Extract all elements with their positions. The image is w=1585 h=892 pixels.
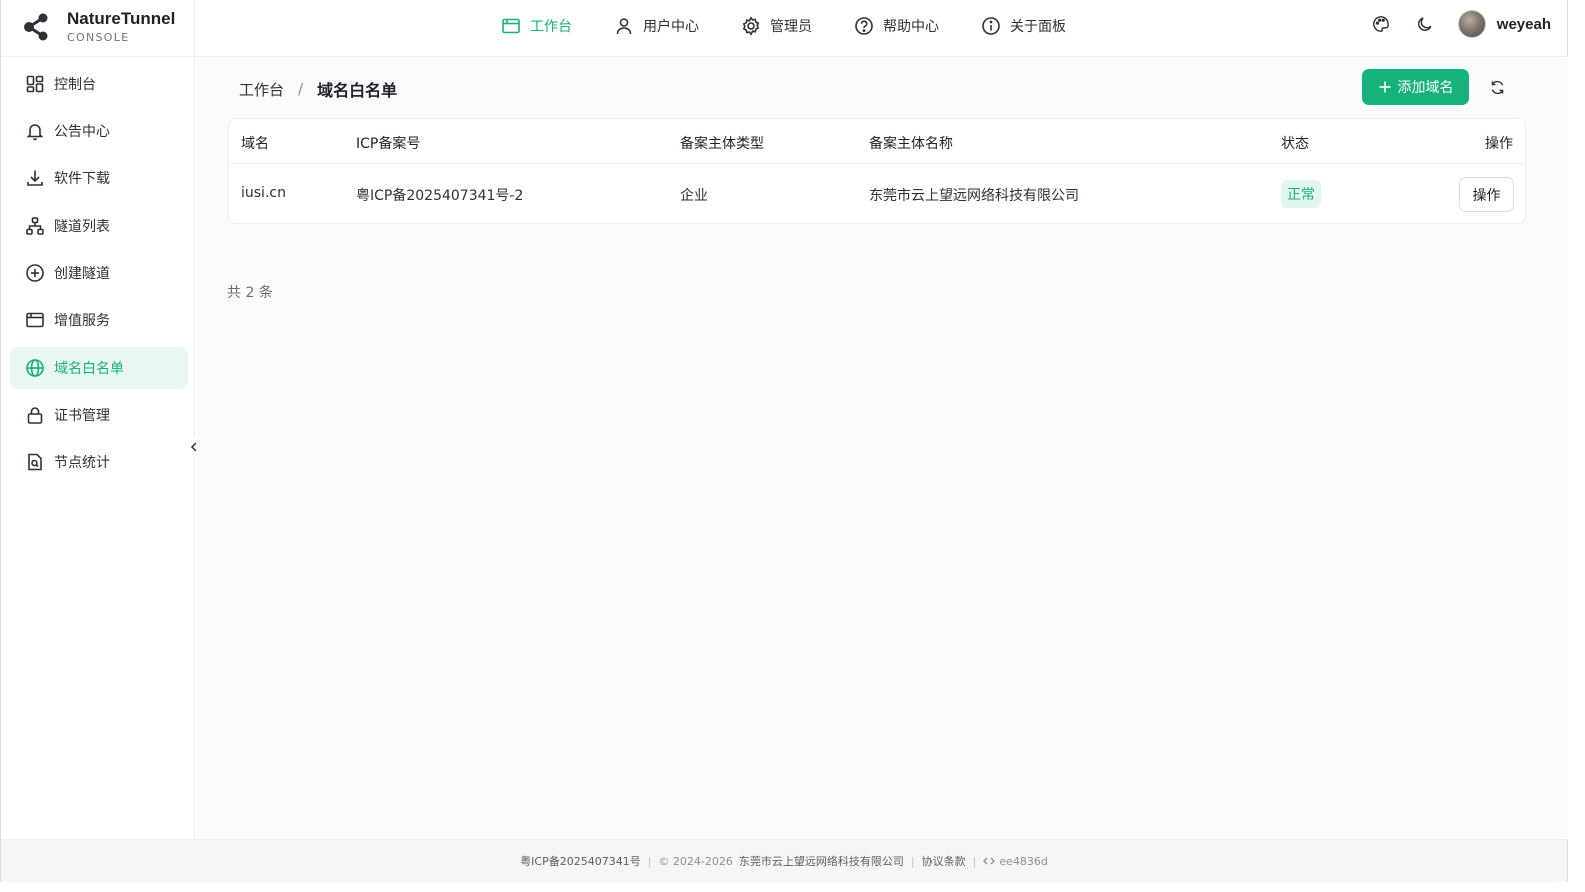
pagination-total: 共 2 条 [227,285,273,301]
file-search-icon [28,453,42,471]
domain-table: 域名 ICP备案号 备案主体类型 备案主体名称 状态 操作 iusi.cn 粤I… [228,118,1526,224]
col-header-icp: ICP备案号 [356,136,421,152]
sidebar-item-label: 公告中心 [54,124,110,140]
sidebar-item-downloads[interactable]: 软件下载 [10,157,188,199]
brand-sub: CONSOLE [67,31,130,44]
cell-domain: iusi.cn [241,185,286,201]
moon-icon [1417,17,1432,31]
username[interactable]: weyeah [1497,16,1551,33]
col-header-domain: 域名 [241,136,269,152]
breadcrumb-home[interactable]: 工作台 [239,79,284,100]
bell-icon [26,124,44,141]
info-icon [982,17,1000,35]
sidebar-item-label: 隧道列表 [54,219,110,235]
sidebar-item-label: 创建隧道 [54,266,110,282]
share-logo-icon [24,13,48,41]
sidebar-item-label: 软件下载 [54,171,110,187]
globe-icon [26,359,44,377]
sidebar-item-label: 节点统计 [54,455,110,471]
sidebar-item-label: 控制台 [54,77,96,93]
cell-icp: 粤ICP备2025407341号-2 [356,188,524,204]
topnav-label: 用户中心 [643,19,699,35]
row-operation-button[interactable]: 操作 [1459,177,1514,212]
theme-palette-button[interactable] [1370,13,1392,35]
add-domain-label: 添加域名 [1397,80,1454,96]
page-title: 域名白名单 [317,81,398,100]
topnav-admin[interactable]: 管理员 [741,16,812,36]
topnav-about[interactable]: 关于面板 [981,16,1066,36]
sidebar-item-domain-whitelist[interactable]: 域名白名单 [10,347,188,389]
app-window: NatureTunnel CONSOLE 工作台 用户中心 管理员 帮助中心 关… [0,0,1568,882]
workbench-icon [502,18,520,34]
cell-type: 企业 [680,188,708,204]
dark-mode-button[interactable] [1414,13,1436,35]
lock-icon [27,407,43,424]
top-header: NatureTunnel CONSOLE 工作台 用户中心 管理员 帮助中心 关… [1,0,1567,57]
footer-company: 东莞市云上望远网络科技有限公司 [738,855,904,868]
footer-icp[interactable]: 粤ICP备2025407341号 [520,853,641,869]
dashboard-icon [26,75,44,93]
sidebar-item-label: 证书管理 [54,408,110,424]
sidebar-item-create-tunnel[interactable]: 创建隧道 [10,252,188,294]
download-icon [27,170,43,186]
footer-version[interactable]: ee4836d [999,855,1048,868]
col-header-status: 状态 [1281,136,1309,152]
sidebar-item-node-stats[interactable]: 节点统计 [10,441,188,483]
sidebar-item-certificates[interactable]: 证书管理 [10,394,188,436]
main-content: 工作台 / 域名白名单 添加域名 域名 ICP备案号 备案主体类型 备案主体名称… [196,57,1568,839]
plus-icon [1379,81,1390,93]
sidebar-item-label: 增值服务 [54,313,110,329]
cell-entity: 东莞市云上望远网络科技有限公司 [869,188,1079,204]
sidebar-item-value-added[interactable]: 增值服务 [10,299,188,341]
gear-icon [742,16,760,36]
topnav-label: 帮助中心 [883,19,939,35]
table-row: iusi.cn 粤ICP备2025407341号-2 企业 东莞市云上望远网络科… [229,164,1525,224]
avatar[interactable] [1457,10,1486,38]
footer-terms-link[interactable]: 协议条款 [922,853,966,869]
topnav-help[interactable]: 帮助中心 [854,16,939,36]
breadcrumb-separator: / [298,80,304,98]
refresh-button[interactable] [1486,76,1508,98]
refresh-icon [1491,80,1503,94]
table-header: 域名 ICP备案号 备案主体类型 备案主体名称 状态 操作 [229,119,1525,164]
brand-name: NatureTunnel [67,9,176,28]
sidebar: 控制台 公告中心 软件下载 隧道列表 创建隧道 增值服务 域名白名单 证书管理 [1,57,204,839]
sidebar-item-announcements[interactable]: 公告中心 [10,110,188,152]
footer-divider: | [647,854,652,868]
sidebar-item-label: 域名白名单 [54,361,124,377]
col-header-type: 备案主体类型 [680,136,764,152]
status-badge: 正常 [1281,180,1321,208]
sidebar-item-tunnels[interactable]: 隧道列表 [10,205,188,247]
header-actions: weyeah [1370,10,1551,38]
sidebar-item-dashboard[interactable]: 控制台 [10,63,188,105]
topnav-workbench[interactable]: 工作台 [501,16,572,36]
top-nav: 工作台 用户中心 管理员 帮助中心 关于面板 [501,0,1108,52]
plus-circle-icon [26,264,44,282]
footer-divider: | [972,854,977,868]
footer-divider: | [910,854,915,868]
topnav-label: 管理员 [770,19,812,35]
breadcrumb: 工作台 / 域名白名单 [239,77,397,101]
calendar-icon [26,312,44,328]
code-icon [983,857,996,865]
topnav-user-center[interactable]: 用户中心 [614,16,699,36]
add-domain-button[interactable]: 添加域名 [1362,69,1469,105]
col-header-entity: 备案主体名称 [869,136,953,152]
col-header-operation: 操作 [1485,136,1513,152]
topnav-label: 关于面板 [1010,19,1066,35]
footer: 粤ICP备2025407341号 | © 2024-2026 东莞市云上望远网络… [1,839,1567,882]
topnav-label: 工作台 [530,19,572,35]
tunnel-tree-icon [26,217,44,235]
brand[interactable]: NatureTunnel CONSOLE [1,0,195,57]
footer-copyright: © 2024-2026 [658,854,733,868]
help-icon [855,17,873,35]
palette-icon [1372,16,1389,32]
user-icon [616,18,632,35]
